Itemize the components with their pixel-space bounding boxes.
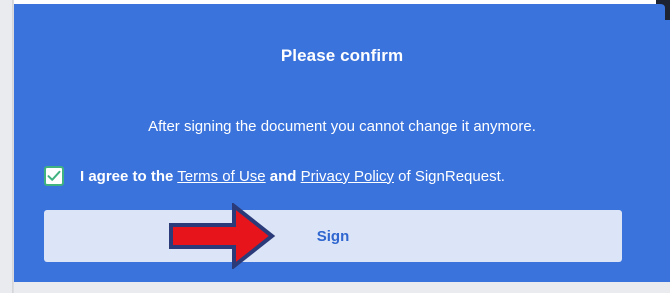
dialog-title: Please confirm <box>280 46 404 65</box>
terms-of-use-link[interactable]: Terms of Use <box>177 168 265 185</box>
bottom-border <box>14 282 670 293</box>
page: Please confirm After signing the documen… <box>0 0 670 293</box>
sign-button[interactable]: Sign <box>44 210 622 262</box>
agree-text: I agree to the Terms of Use and Privacy … <box>80 168 505 185</box>
dialog-message: After signing the document you cannot ch… <box>148 118 536 135</box>
agree-and: and <box>269 167 297 185</box>
agree-row: I agree to the Terms of Use and Privacy … <box>44 164 505 188</box>
corner-decoration <box>656 0 670 20</box>
agree-prefix: I agree to the <box>80 167 174 185</box>
check-icon <box>47 170 61 181</box>
privacy-policy-link[interactable]: Privacy Policy <box>301 168 394 185</box>
agree-checkbox[interactable] <box>44 166 64 186</box>
agree-suffix: of SignRequest. <box>398 167 505 185</box>
